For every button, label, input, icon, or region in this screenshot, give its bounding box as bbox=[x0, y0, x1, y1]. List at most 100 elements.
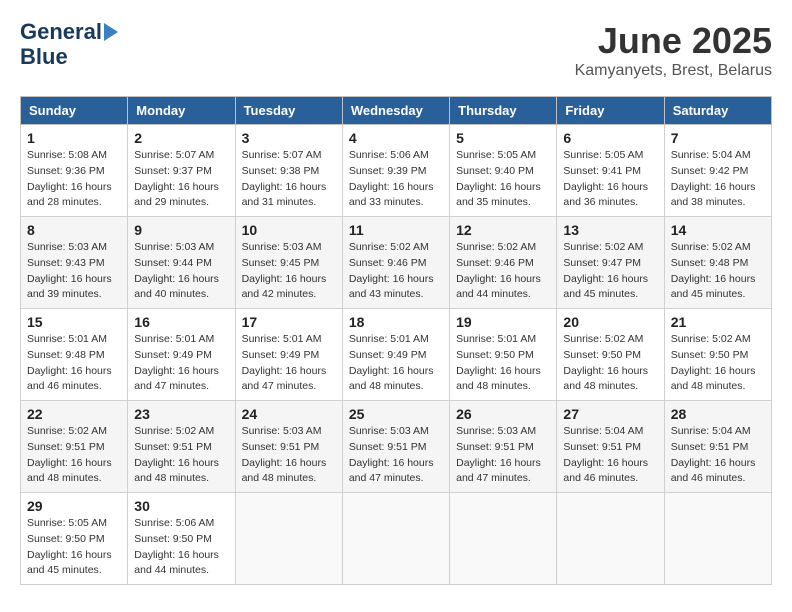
day-info: Sunrise: 5:07 AMSunset: 9:37 PMDaylight:… bbox=[134, 148, 228, 211]
calendar-cell: 9 Sunrise: 5:03 AMSunset: 9:44 PMDaylight… bbox=[128, 217, 235, 309]
title-section: June 2025 Kamyanyets, Brest, Belarus bbox=[575, 20, 772, 80]
calendar-table: SundayMondayTuesdayWednesdayThursdayFrid… bbox=[20, 96, 772, 585]
calendar-cell: 30 Sunrise: 5:06 AMSunset: 9:50 PMDayligh… bbox=[128, 493, 235, 585]
page-header: General Blue June 2025 Kamyanyets, Brest… bbox=[20, 20, 772, 80]
day-info: Sunrise: 5:06 AMSunset: 9:39 PMDaylight:… bbox=[349, 148, 443, 211]
day-info: Sunrise: 5:03 AMSunset: 9:51 PMDaylight:… bbox=[456, 424, 550, 487]
day-number: 12 bbox=[456, 222, 550, 238]
day-number: 18 bbox=[349, 314, 443, 330]
calendar-cell: 26 Sunrise: 5:03 AMSunset: 9:51 PMDayligh… bbox=[450, 401, 557, 493]
calendar-cell: 17 Sunrise: 5:01 AMSunset: 9:49 PMDayligh… bbox=[235, 309, 342, 401]
day-info: Sunrise: 5:01 AMSunset: 9:49 PMDaylight:… bbox=[134, 332, 228, 395]
calendar-cell: 7 Sunrise: 5:04 AMSunset: 9:42 PMDaylight… bbox=[664, 125, 771, 217]
day-number: 19 bbox=[456, 314, 550, 330]
day-info: Sunrise: 5:05 AMSunset: 9:50 PMDaylight:… bbox=[27, 516, 121, 579]
day-number: 21 bbox=[671, 314, 765, 330]
day-info: Sunrise: 5:01 AMSunset: 9:50 PMDaylight:… bbox=[456, 332, 550, 395]
logo-general: General bbox=[20, 20, 102, 44]
day-info: Sunrise: 5:02 AMSunset: 9:51 PMDaylight:… bbox=[27, 424, 121, 487]
day-info: Sunrise: 5:07 AMSunset: 9:38 PMDaylight:… bbox=[242, 148, 336, 211]
calendar-cell: 15Sunrise: 5:01 AMSunset: 9:48 PMDayligh… bbox=[21, 309, 128, 401]
calendar-cell: 6Sunrise: 5:05 AMSunset: 9:41 PMDaylight… bbox=[557, 125, 664, 217]
calendar-header-saturday: Saturday bbox=[664, 97, 771, 125]
calendar-cell: 19 Sunrise: 5:01 AMSunset: 9:50 PMDayligh… bbox=[450, 309, 557, 401]
calendar-cell: 13 Sunrise: 5:02 AMSunset: 9:47 PMDayligh… bbox=[557, 217, 664, 309]
day-info: Sunrise: 5:03 AMSunset: 9:51 PMDaylight:… bbox=[349, 424, 443, 487]
day-number: 17 bbox=[242, 314, 336, 330]
calendar-header-tuesday: Tuesday bbox=[235, 97, 342, 125]
day-info: Sunrise: 5:01 AMSunset: 9:48 PMDaylight:… bbox=[27, 332, 121, 395]
calendar-cell: 14 Sunrise: 5:02 AMSunset: 9:48 PMDayligh… bbox=[664, 217, 771, 309]
logo: General Blue bbox=[20, 20, 118, 70]
day-number: 22 bbox=[27, 406, 121, 422]
day-number: 5 bbox=[456, 130, 550, 146]
day-info: Sunrise: 5:02 AMSunset: 9:46 PMDaylight:… bbox=[456, 240, 550, 303]
day-info: Sunrise: 5:02 AMSunset: 9:50 PMDaylight:… bbox=[563, 332, 657, 395]
calendar-cell: 5Sunrise: 5:05 AMSunset: 9:40 PMDaylight… bbox=[450, 125, 557, 217]
day-number: 20 bbox=[563, 314, 657, 330]
calendar-cell: 8Sunrise: 5:03 AMSunset: 9:43 PMDaylight… bbox=[21, 217, 128, 309]
day-info: Sunrise: 5:02 AMSunset: 9:46 PMDaylight:… bbox=[349, 240, 443, 303]
day-number: 9 bbox=[134, 222, 228, 238]
day-info: Sunrise: 5:05 AMSunset: 9:41 PMDaylight:… bbox=[563, 148, 657, 211]
calendar-cell: 16 Sunrise: 5:01 AMSunset: 9:49 PMDayligh… bbox=[128, 309, 235, 401]
day-number: 14 bbox=[671, 222, 765, 238]
calendar-cell: 27Sunrise: 5:04 AMSunset: 9:51 PMDayligh… bbox=[557, 401, 664, 493]
calendar-cell: 10 Sunrise: 5:03 AMSunset: 9:45 PMDayligh… bbox=[235, 217, 342, 309]
day-info: Sunrise: 5:03 AMSunset: 9:44 PMDaylight:… bbox=[134, 240, 228, 303]
day-number: 4 bbox=[349, 130, 443, 146]
calendar-cell: 3 Sunrise: 5:07 AMSunset: 9:38 PMDaylight… bbox=[235, 125, 342, 217]
day-info: Sunrise: 5:08 AMSunset: 9:36 PMDaylight:… bbox=[27, 148, 121, 211]
day-info: Sunrise: 5:02 AMSunset: 9:51 PMDaylight:… bbox=[134, 424, 228, 487]
calendar-cell bbox=[450, 493, 557, 585]
day-info: Sunrise: 5:01 AMSunset: 9:49 PMDaylight:… bbox=[242, 332, 336, 395]
calendar-cell bbox=[235, 493, 342, 585]
calendar-cell: 21 Sunrise: 5:02 AMSunset: 9:50 PMDayligh… bbox=[664, 309, 771, 401]
day-number: 23 bbox=[134, 406, 228, 422]
day-number: 7 bbox=[671, 130, 765, 146]
day-number: 13 bbox=[563, 222, 657, 238]
day-number: 11 bbox=[349, 222, 443, 238]
day-number: 26 bbox=[456, 406, 550, 422]
location-subtitle: Kamyanyets, Brest, Belarus bbox=[575, 62, 772, 80]
month-title: June 2025 bbox=[575, 20, 772, 62]
day-info: Sunrise: 5:04 AMSunset: 9:51 PMDaylight:… bbox=[671, 424, 765, 487]
calendar-week-row: 29Sunrise: 5:05 AMSunset: 9:50 PMDayligh… bbox=[21, 493, 772, 585]
day-info: Sunrise: 5:02 AMSunset: 9:50 PMDaylight:… bbox=[671, 332, 765, 395]
calendar-cell: 1Sunrise: 5:08 AMSunset: 9:36 PMDaylight… bbox=[21, 125, 128, 217]
calendar-header-sunday: Sunday bbox=[21, 97, 128, 125]
calendar-cell: 20 Sunrise: 5:02 AMSunset: 9:50 PMDayligh… bbox=[557, 309, 664, 401]
day-info: Sunrise: 5:03 AMSunset: 9:43 PMDaylight:… bbox=[27, 240, 121, 303]
calendar-cell: 22 Sunrise: 5:02 AMSunset: 9:51 PMDayligh… bbox=[21, 401, 128, 493]
day-number: 24 bbox=[242, 406, 336, 422]
calendar-cell bbox=[557, 493, 664, 585]
day-info: Sunrise: 5:03 AMSunset: 9:51 PMDaylight:… bbox=[242, 424, 336, 487]
day-number: 3 bbox=[242, 130, 336, 146]
calendar-week-row: 8Sunrise: 5:03 AMSunset: 9:43 PMDaylight… bbox=[21, 217, 772, 309]
day-info: Sunrise: 5:01 AMSunset: 9:49 PMDaylight:… bbox=[349, 332, 443, 395]
day-info: Sunrise: 5:03 AMSunset: 9:45 PMDaylight:… bbox=[242, 240, 336, 303]
calendar-cell: 25Sunrise: 5:03 AMSunset: 9:51 PMDayligh… bbox=[342, 401, 449, 493]
calendar-week-row: 22 Sunrise: 5:02 AMSunset: 9:51 PMDayligh… bbox=[21, 401, 772, 493]
day-number: 28 bbox=[671, 406, 765, 422]
calendar-cell: 2Sunrise: 5:07 AMSunset: 9:37 PMDaylight… bbox=[128, 125, 235, 217]
day-number: 10 bbox=[242, 222, 336, 238]
calendar-header-row: SundayMondayTuesdayWednesdayThursdayFrid… bbox=[21, 97, 772, 125]
calendar-cell: 18 Sunrise: 5:01 AMSunset: 9:49 PMDayligh… bbox=[342, 309, 449, 401]
day-info: Sunrise: 5:06 AMSunset: 9:50 PMDaylight:… bbox=[134, 516, 228, 579]
calendar-cell bbox=[664, 493, 771, 585]
calendar-week-row: 1Sunrise: 5:08 AMSunset: 9:36 PMDaylight… bbox=[21, 125, 772, 217]
calendar-week-row: 15Sunrise: 5:01 AMSunset: 9:48 PMDayligh… bbox=[21, 309, 772, 401]
day-number: 27 bbox=[563, 406, 657, 422]
calendar-header-wednesday: Wednesday bbox=[342, 97, 449, 125]
day-number: 16 bbox=[134, 314, 228, 330]
day-info: Sunrise: 5:02 AMSunset: 9:47 PMDaylight:… bbox=[563, 240, 657, 303]
calendar-cell bbox=[342, 493, 449, 585]
day-info: Sunrise: 5:04 AMSunset: 9:42 PMDaylight:… bbox=[671, 148, 765, 211]
day-info: Sunrise: 5:02 AMSunset: 9:48 PMDaylight:… bbox=[671, 240, 765, 303]
day-number: 30 bbox=[134, 498, 228, 514]
calendar-cell: 12 Sunrise: 5:02 AMSunset: 9:46 PMDayligh… bbox=[450, 217, 557, 309]
calendar-cell: 4 Sunrise: 5:06 AMSunset: 9:39 PMDaylight… bbox=[342, 125, 449, 217]
logo-blue: Blue bbox=[20, 44, 68, 70]
calendar-cell: 29Sunrise: 5:05 AMSunset: 9:50 PMDayligh… bbox=[21, 493, 128, 585]
